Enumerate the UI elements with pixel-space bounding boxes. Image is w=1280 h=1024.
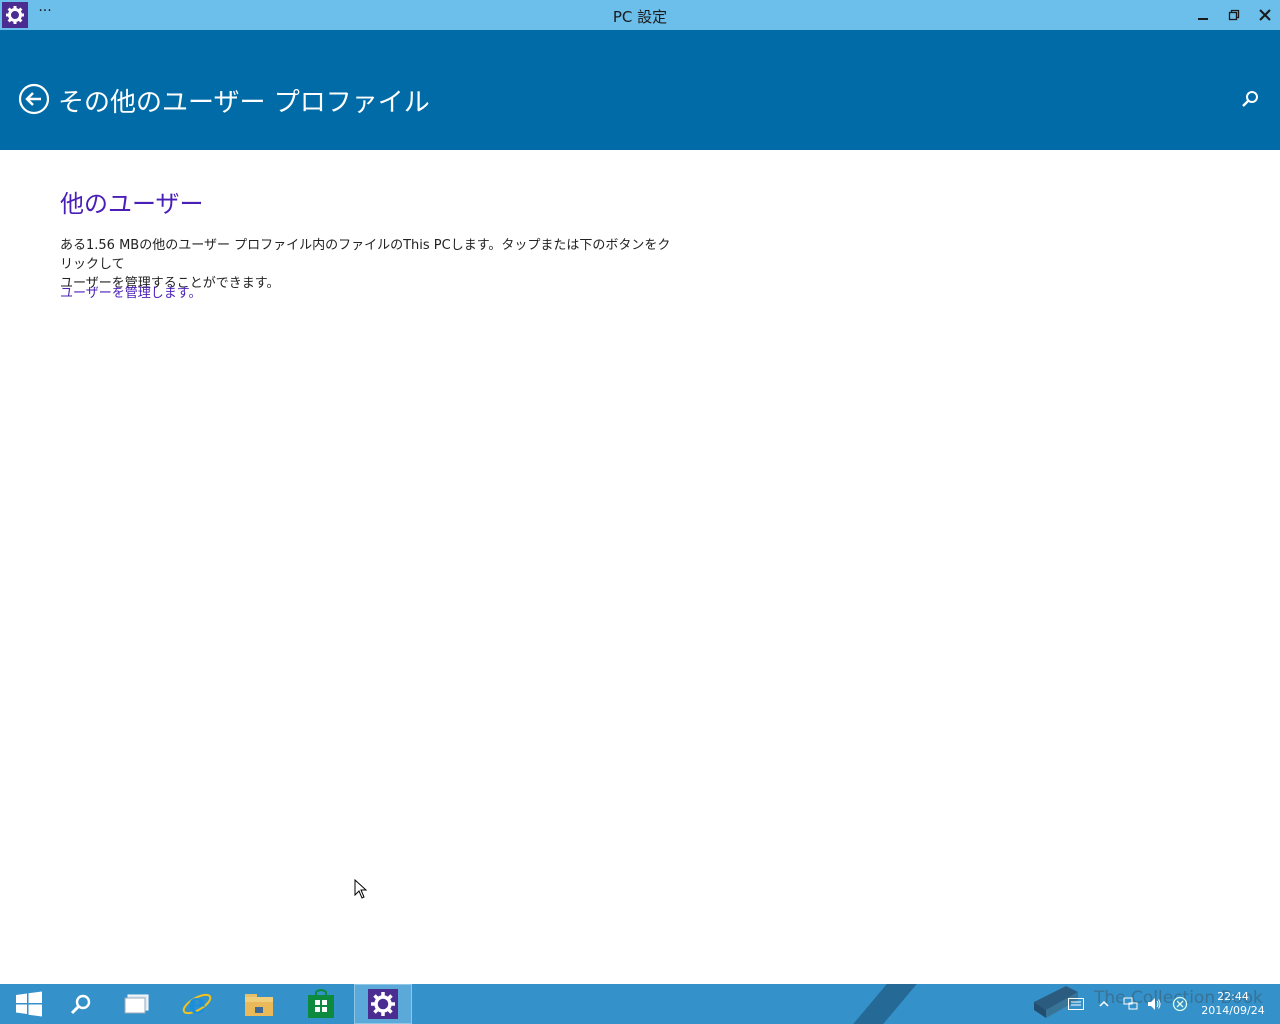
restore-button[interactable]	[1219, 0, 1249, 30]
folder-icon	[245, 994, 273, 1016]
notification-error-icon	[1172, 996, 1188, 1012]
gear-icon	[368, 989, 398, 1019]
store-button[interactable]	[292, 984, 350, 1024]
internet-explorer-icon: e	[182, 988, 212, 1020]
windows-logo-icon	[16, 991, 42, 1017]
network-tray-button[interactable]	[1122, 996, 1138, 1012]
svg-text:e: e	[188, 988, 206, 1020]
volume-tray-button[interactable]	[1146, 996, 1162, 1012]
taskbar-clock[interactable]: 22:44 2014/09/24	[1196, 990, 1270, 1018]
close-button[interactable]	[1250, 0, 1280, 30]
section-heading: 他のユーザー	[60, 190, 204, 218]
minimize-icon	[1198, 18, 1208, 20]
window-title: PC 設定	[612, 8, 668, 26]
search-button[interactable]	[1240, 89, 1260, 109]
taskbar-search-button[interactable]	[52, 984, 110, 1024]
speaker-icon	[1148, 998, 1161, 1010]
input-indicator[interactable]	[1068, 996, 1084, 1012]
show-hidden-icons-button[interactable]	[1096, 996, 1112, 1012]
action-center-button[interactable]	[1172, 996, 1188, 1012]
search-icon	[70, 994, 91, 1015]
title-bar: ··· PC 設定	[0, 0, 1280, 30]
chevron-up-icon	[1099, 1000, 1109, 1007]
clock-time: 22:44	[1217, 990, 1249, 1003]
taskbar-decoration	[853, 984, 917, 1024]
description-line-1: ある1.56 MBの他のユーザー プロファイル内のファイルのThis PCします…	[60, 238, 671, 272]
mouse-pointer-icon	[354, 879, 368, 899]
minimize-button[interactable]	[1188, 0, 1218, 30]
settings-app-icon[interactable]	[2, 2, 28, 28]
pc-settings-button[interactable]	[354, 984, 412, 1024]
file-explorer-button[interactable]	[230, 984, 288, 1024]
page-header: その他のユーザー プロファイル	[0, 30, 1280, 150]
task-view-icon	[124, 994, 149, 1014]
keyboard-icon	[1068, 998, 1084, 1010]
taskbar: e The Collection Book 22:44 2014/09/24	[0, 984, 1280, 1024]
start-button[interactable]	[0, 984, 58, 1024]
task-view-button[interactable]	[108, 984, 166, 1024]
manage-users-link[interactable]: ユーザーを管理します。	[60, 282, 201, 301]
page-title: その他のユーザー プロファイル	[58, 88, 430, 118]
back-arrow-icon	[18, 83, 50, 115]
app-commands-menu[interactable]: ···	[38, 4, 52, 24]
restore-icon	[1228, 9, 1240, 21]
back-button[interactable]	[18, 83, 50, 115]
store-icon	[308, 989, 334, 1018]
search-icon	[1242, 91, 1258, 107]
gear-icon	[6, 6, 24, 24]
internet-explorer-button[interactable]: e	[168, 984, 226, 1024]
clock-date: 2014/09/24	[1201, 1004, 1265, 1017]
close-icon	[1259, 9, 1271, 21]
network-icon	[1123, 997, 1138, 1010]
